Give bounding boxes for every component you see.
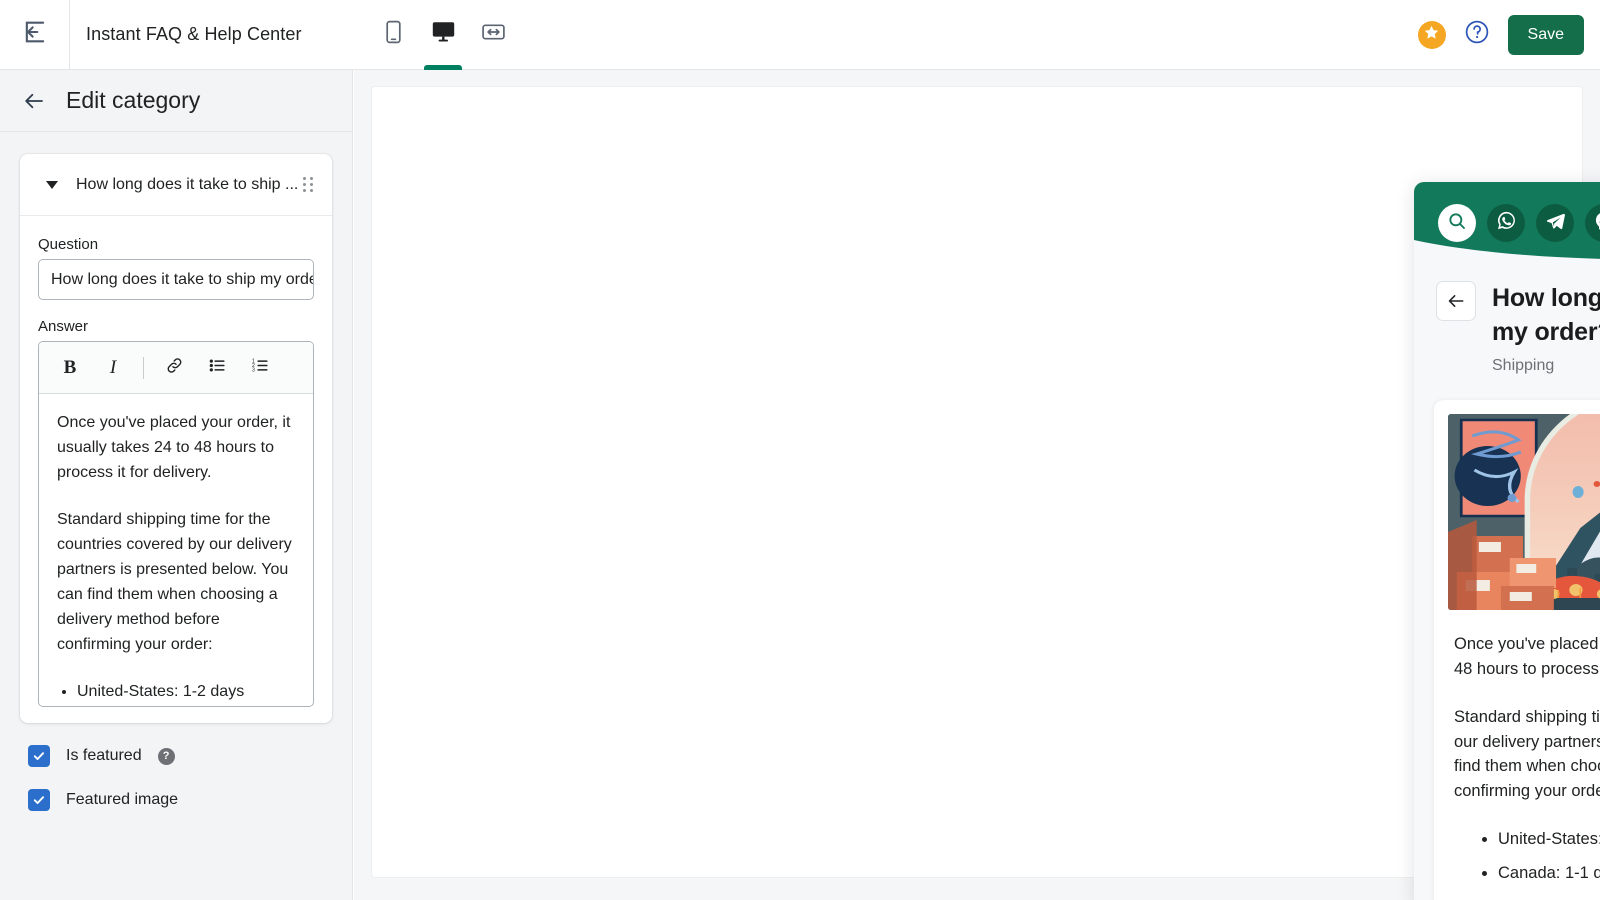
star-icon (1423, 24, 1440, 46)
bold-button[interactable]: B (51, 349, 89, 387)
link-icon (165, 356, 184, 380)
drag-handle-icon[interactable] (303, 177, 314, 192)
question-input[interactable]: How long does it take to ship my order? (38, 259, 314, 300)
search-icon (1447, 211, 1467, 236)
exit-button[interactable] (0, 0, 70, 69)
device-mobile-button[interactable] (375, 13, 411, 57)
numbered-list-icon: 1 2 3 (251, 356, 270, 380)
sidebar-header: Edit category (0, 70, 352, 132)
widget-header (1414, 182, 1600, 266)
faq-back-button[interactable] (1436, 281, 1476, 321)
list-item: Canada: 1-1 day (1498, 861, 1600, 886)
arrow-left-icon[interactable] (22, 89, 46, 113)
list-item: United-States: 1-2 days (77, 679, 295, 704)
faq-widget-preview: How long does it take to ship my order? … (1414, 182, 1600, 900)
mobile-icon (385, 20, 402, 49)
featured-image-checkbox-row[interactable]: Featured image (28, 789, 352, 811)
device-preview-switcher (375, 0, 511, 69)
star-button[interactable] (1417, 20, 1446, 49)
is-featured-checkbox-row[interactable]: Is featured ? (28, 745, 352, 767)
desktop-icon (432, 21, 455, 48)
question-circle-icon (1464, 19, 1490, 50)
header-curve (1414, 240, 1600, 266)
faq-header: How long does it take to ship my order? (1414, 265, 1600, 349)
exit-left-icon (21, 18, 49, 51)
faq-category-label: Shipping (1492, 357, 1555, 374)
faq-item-body: Question How long does it take to ship m… (20, 216, 332, 723)
answer-paragraph-1: Once you've placed your order, it usuall… (57, 414, 291, 481)
faq-answer-card: Once you've placed your order, it usuall… (1434, 400, 1600, 900)
device-desktop-button[interactable] (425, 13, 461, 57)
preview-canvas: How long does it take to ship my order? … (354, 70, 1600, 900)
is-featured-help-icon[interactable]: ? (157, 747, 175, 765)
link-button[interactable] (155, 349, 193, 387)
search-icon-button[interactable] (1438, 204, 1476, 242)
numbered-list-button[interactable]: 1 2 3 (241, 349, 279, 387)
list-item: United-States: 1-2 days (1498, 827, 1600, 852)
answer-label: Answer (38, 318, 89, 335)
faq-question-title: How long does it take to ship my order? (1492, 284, 1600, 346)
faq-item-header[interactable]: How long does it take to ship ... (20, 154, 332, 216)
faq-paragraph-1: Once you've placed your order, it usuall… (1454, 635, 1600, 678)
telegram-icon-button[interactable] (1536, 204, 1574, 242)
whatsapp-icon-button[interactable] (1487, 204, 1525, 242)
answer-editor: B I 1 2 3 Once you've placed your order,… (38, 341, 314, 707)
featured-image (1448, 414, 1600, 610)
preview-sheet (372, 87, 1582, 877)
faq-item-card: How long does it take to ship ... Questi… (20, 154, 332, 723)
page-title: Edit category (66, 87, 201, 113)
bullet-list-icon (208, 356, 227, 380)
messenger-icon-button[interactable] (1585, 204, 1600, 242)
featured-image-label: Featured image (66, 791, 179, 808)
widget-body: How long does it take to ship my order? … (1414, 265, 1600, 900)
answer-paragraph-2: Standard shipping time for the countries… (57, 511, 292, 653)
whatsapp-icon (1496, 210, 1517, 236)
topbar-actions: Save (1417, 0, 1584, 69)
is-featured-label: Is featured (66, 747, 142, 764)
faq-paragraph-2: Standard shipping time for the countries… (1454, 708, 1600, 800)
toolbar-separator (143, 356, 144, 379)
top-bar: Instant FAQ & Help Center Save (0, 0, 1600, 70)
faq-item-title: How long does it take to ship ... (76, 175, 299, 193)
device-fullwidth-button[interactable] (475, 13, 511, 57)
caret-down-icon (46, 180, 58, 189)
question-label: Question (38, 236, 99, 253)
faq-answer-list: United-States: 1-2 days Canada: 1-1 day (1498, 827, 1600, 885)
answer-list: United-States: 1-2 days Canada: 1-1 day (77, 679, 295, 706)
editor-toolbar: B I 1 2 3 (39, 342, 313, 394)
fullwidth-icon (481, 22, 505, 47)
bullet-list-button[interactable] (198, 349, 236, 387)
answer-content[interactable]: Once you've placed your order, it usuall… (39, 394, 313, 706)
save-button[interactable]: Save (1507, 14, 1584, 55)
featured-image-checkbox[interactable] (28, 789, 50, 811)
help-button[interactable] (1463, 19, 1491, 50)
italic-button[interactable]: I (94, 349, 132, 387)
telegram-icon (1545, 210, 1566, 236)
widget-channel-icons (1438, 204, 1600, 242)
messenger-icon (1594, 210, 1600, 236)
is-featured-checkbox[interactable] (28, 745, 50, 767)
faq-answer-text: Once you've placed your order, it usuall… (1448, 610, 1600, 885)
sidebar-panel: Edit category How long does it take to s… (0, 70, 353, 900)
app-title: Instant FAQ & Help Center (86, 24, 302, 44)
svg-text:3: 3 (251, 367, 254, 373)
